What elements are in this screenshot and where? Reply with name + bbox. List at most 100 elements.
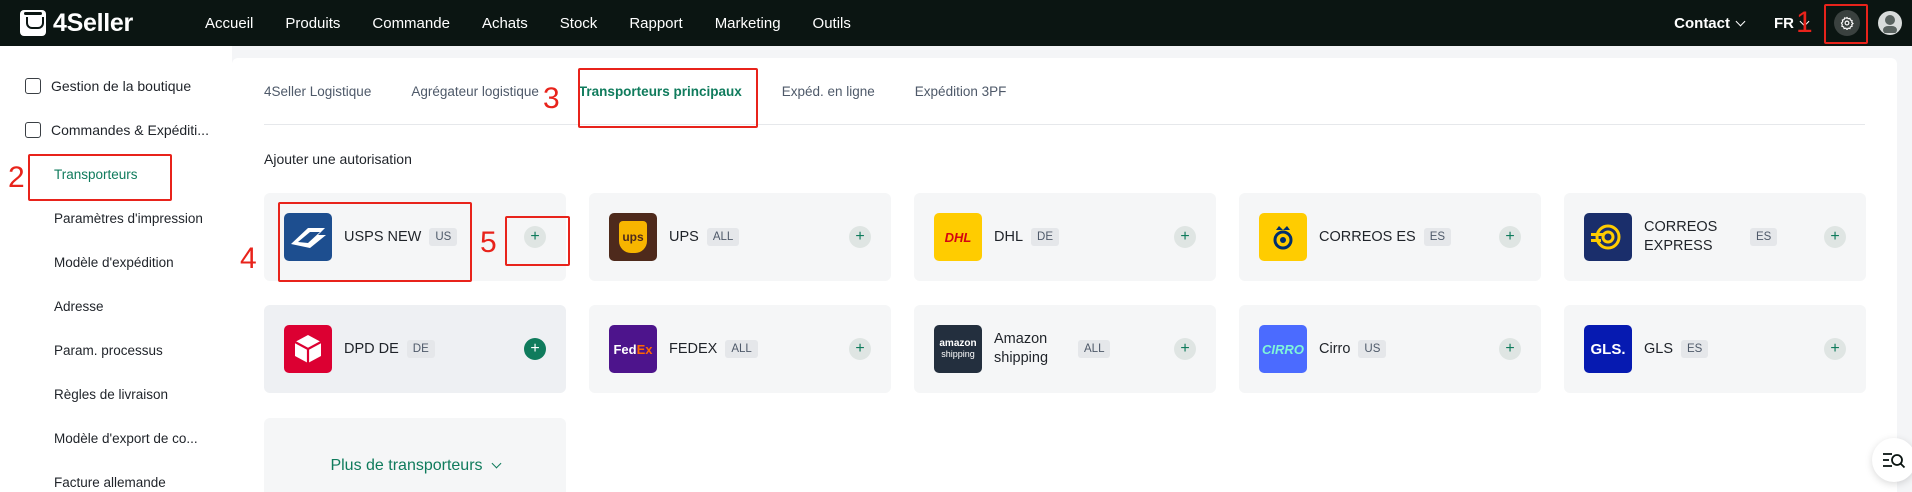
sidebar-group-store-management[interactable]: Gestion de la boutique [0,64,232,108]
sidebar-item-german-invoice[interactable]: Facture allemande [0,460,232,492]
tab-3pf-shipping[interactable]: Expédition 3PF [915,84,1007,99]
carrier-name: DPD DE [344,340,399,357]
correos-express-icon [1591,224,1621,250]
fedex-logo: Fed Ex [609,325,657,373]
sidebar-item-address[interactable]: Adresse [0,284,232,328]
main-panel: 4Seller Logistique Agrégateur logistique… [232,58,1897,492]
nav-item-outils[interactable]: Outils [813,15,851,32]
dhl-logo-text: DHL [944,229,972,245]
amazon-shipping-logo: amazon shipping [934,325,982,373]
region-badge: ALL [1078,340,1111,358]
add-carrier-button[interactable]: + [1174,226,1196,248]
gls-logo-text: GLS. [1590,340,1626,358]
correos-logo [1259,213,1307,261]
user-avatar-icon [1883,15,1897,33]
carrier-card-fedex[interactable]: Fed Ex FEDEX ALL + [589,305,891,393]
carrier-name: Amazon shipping [994,331,1049,366]
app-logo[interactable]: 4Seller [20,9,205,38]
carrier-name: CORREOS ES [1319,228,1416,245]
add-carrier-button[interactable]: + [1499,226,1521,248]
add-carrier-button[interactable]: + [524,338,546,360]
sidebar-item-delivery-rules[interactable]: Règles de livraison [0,372,232,416]
amazon-logo-line1: amazon [939,338,977,349]
contact-dropdown[interactable]: Contact [1674,15,1746,32]
tab-logistics-aggregator[interactable]: Agrégateur logistique [411,84,539,99]
fedex-logo-fed: Fed [613,341,637,357]
tab-4seller-logistics[interactable]: 4Seller Logistique [264,84,371,99]
user-avatar[interactable] [1878,11,1902,35]
ups-shield-icon: ups [619,221,647,253]
sidebar-item-shipping-template[interactable]: Modèle d'expédition [0,240,232,284]
carrier-name: DHL [994,228,1024,245]
region-badge: ES [1423,228,1452,246]
main-menu: Accueil Produits Commande Achats Stock R… [205,15,883,32]
carrier-card-correos-express[interactable]: CORREOS EXPRESS ES + [1564,193,1866,281]
help-search-button[interactable] [1872,438,1912,482]
carrier-name: CORREOS EXPRESS [1644,219,1718,254]
sidebar-group-label: Commandes & Expéditi... [51,122,209,138]
sidebar-item-print-settings[interactable]: Paramètres d'impression [0,196,232,240]
carrier-card-cirro[interactable]: CIRRO Cirro US + [1239,305,1541,393]
add-carrier-button[interactable]: + [849,338,871,360]
annotation-number-3: 3 [543,82,560,115]
annotation-box-add-button [505,216,570,266]
language-label: FR [1774,14,1794,32]
cirro-logo-text: CIRRO [1262,341,1304,357]
annotation-number-1: 1 [1796,6,1813,39]
tab-online-shipping[interactable]: Expéd. en ligne [782,84,875,99]
help-search-icon [1883,453,1906,469]
carrier-card-gls[interactable]: GLS. GLS ES + [1564,305,1866,393]
carrier-name: Cirro [1319,340,1351,357]
more-carriers-button[interactable]: Plus de transporteurs [264,418,566,492]
nav-item-produits[interactable]: Produits [285,15,340,32]
fedex-logo-ex: Ex [636,341,653,357]
gls-logo: GLS. [1584,325,1632,373]
sidebar-group-label: Gestion de la boutique [51,78,192,94]
nav-item-achats[interactable]: Achats [482,15,528,32]
correos-express-logo [1584,213,1632,261]
app-logo-text: 4Seller [53,8,133,37]
nav-item-rapport[interactable]: Rapport [629,15,682,32]
cirro-logo: CIRRO [1259,325,1307,373]
nav-item-marketing[interactable]: Marketing [715,15,781,32]
annotation-box-main-carriers-tab [578,68,758,128]
nav-item-commande[interactable]: Commande [372,15,450,32]
region-badge: ALL [725,340,758,358]
carrier-tabs: 4Seller Logistique Agrégateur logistique… [264,58,1865,125]
amazon-logo-line2: shipping [941,349,975,359]
add-carrier-button[interactable]: + [1174,338,1196,360]
add-carrier-button[interactable]: + [1499,338,1521,360]
nav-item-accueil[interactable]: Accueil [205,15,253,32]
region-badge: DE [406,340,435,358]
dhl-logo: DHL [934,213,982,261]
carrier-card-dpd[interactable]: DPD DE DE + [264,305,566,393]
region-badge: ES [1750,228,1778,246]
carrier-card-correos-es[interactable]: CORREOS ES ES + [1239,193,1541,281]
annotation-number-4: 4 [240,242,257,275]
chevron-down-icon [1735,16,1746,26]
annotation-number-2: 2 [8,161,25,194]
store-icon [25,78,41,94]
region-badge: ALL [706,228,740,246]
sidebar-group-orders-shipping[interactable]: Commandes & Expéditi... [0,108,232,152]
region-badge: ES [1681,340,1709,358]
carrier-card-ups[interactable]: ups UPS ALL + [589,193,891,281]
annotation-box-settings [1824,4,1868,44]
region-badge: US [1358,340,1387,358]
annotation-number-5: 5 [480,226,497,259]
sidebar-item-process-settings[interactable]: Param. processus [0,328,232,372]
annotation-box-usps-card [278,202,472,282]
carrier-card-dhl[interactable]: DHL DHL DE + [914,193,1216,281]
add-carrier-button[interactable]: + [1824,226,1846,248]
annotation-box-transporteurs [28,154,172,201]
carrier-card-amazon-shipping[interactable]: amazon shipping Amazon shipping ALL + [914,305,1216,393]
section-title: Ajouter une autorisation [264,151,412,167]
sidebar-item-export-template[interactable]: Modèle d'export de co... [0,416,232,460]
sidebar: Gestion de la boutique Commandes & Expéd… [0,46,232,492]
chevron-down-icon [491,458,501,469]
nav-item-stock[interactable]: Stock [560,15,598,32]
add-carrier-button[interactable]: + [849,226,871,248]
dpd-cube-icon [294,335,322,363]
ups-logo: ups [609,213,657,261]
add-carrier-button[interactable]: + [1824,338,1846,360]
